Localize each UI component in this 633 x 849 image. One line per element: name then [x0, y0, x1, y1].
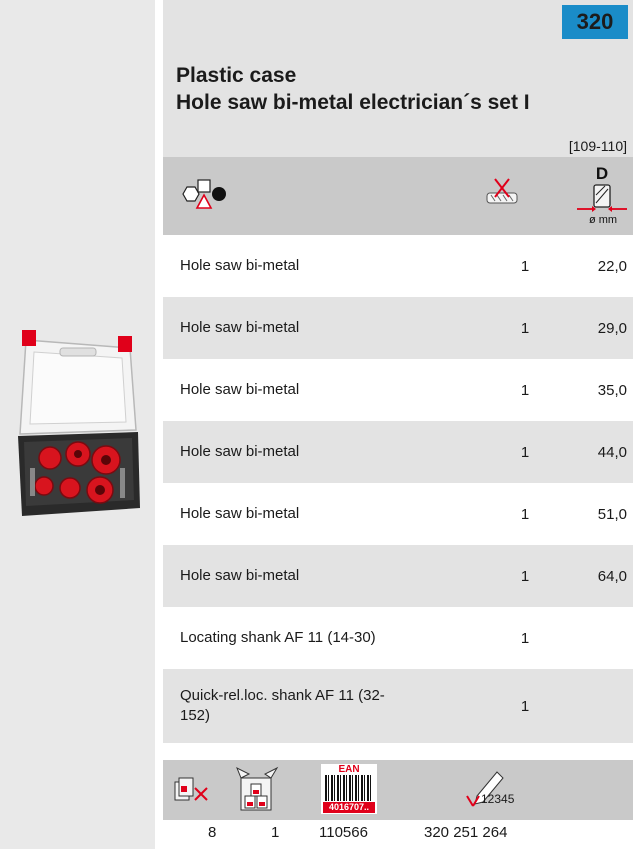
- footer-icon-band: EAN 4016707.. 12345: [163, 760, 633, 820]
- cutting-depth-icon: [486, 178, 518, 204]
- marking-number: 12345: [481, 792, 515, 806]
- ean-digits: 4016707..: [323, 802, 375, 813]
- item-diameter: 64,0: [597, 567, 627, 585]
- diameter-unit: ø mm: [589, 214, 617, 226]
- table-row: Hole saw bi-metal 1 51,0: [163, 483, 633, 545]
- ean-code-value: 110566: [319, 824, 368, 841]
- page-number-badge: 320: [562, 5, 628, 39]
- footer-values: 8 1 110566 320 251 264: [163, 822, 633, 846]
- material-shapes-icon: [182, 179, 226, 209]
- title-line-2: Hole saw bi-metal electrician´s set I: [176, 91, 530, 114]
- item-name: Locating shank AF 11 (14-30): [180, 629, 376, 646]
- table-row: Quick-rel.loc. shank AF 11 (32-152) 1: [163, 669, 633, 743]
- item-name-text: Quick-rel.loc. shank AF 11 (32-152): [180, 687, 385, 724]
- item-qty: 1: [520, 629, 530, 647]
- item-qty: 1: [520, 257, 530, 275]
- item-qty: 1: [520, 319, 530, 337]
- pieces-value: 8: [208, 824, 217, 841]
- item-diameter: 51,0: [597, 505, 627, 523]
- left-strip: [0, 0, 155, 849]
- title-line-1: Plastic case: [176, 64, 297, 87]
- title-area: Plastic case Hole saw bi-metal electrici…: [163, 40, 633, 157]
- page-title: Plastic case Hole saw bi-metal electrici…: [176, 62, 530, 116]
- ean-label: EAN: [338, 764, 360, 775]
- article-number-value: 320 251 264: [424, 824, 508, 841]
- table-row: Hole saw bi-metal 1 35,0: [163, 359, 633, 421]
- item-qty: 1: [520, 381, 530, 399]
- item-diameter: 22,0: [597, 257, 627, 275]
- main-panel: 320 Plastic case Hole saw bi-metal elect…: [163, 0, 633, 849]
- table-row: Hole saw bi-metal 1 22,0: [163, 235, 633, 297]
- table-row: Hole saw bi-metal 1 29,0: [163, 297, 633, 359]
- top-band: 320: [163, 0, 633, 40]
- item-name: Hole saw bi-metal: [180, 443, 300, 460]
- ean-barcode: EAN 4016707..: [321, 764, 377, 814]
- item-name: Hole saw bi-metal: [180, 257, 300, 274]
- table-row: Hole saw bi-metal 1 64,0: [163, 545, 633, 607]
- item-diameter: 44,0: [597, 443, 627, 461]
- table-row: Hole saw bi-metal 1 44,0: [163, 421, 633, 483]
- table-row: Locating shank AF 11 (14-30) 1: [163, 607, 633, 669]
- item-qty: 1: [520, 567, 530, 585]
- table-header: D ø mm: [163, 157, 633, 235]
- packing-unit-icon: [236, 766, 279, 811]
- packing-unit-value: 1: [271, 824, 280, 841]
- item-name: Hole saw bi-metal: [180, 505, 300, 522]
- item-diameter: [575, 607, 633, 669]
- pieces-icon: [174, 777, 208, 801]
- items-table: Hole saw bi-metal 1 22,0 Hole saw bi-met…: [163, 235, 633, 743]
- item-name: Hole saw bi-metal: [180, 567, 300, 584]
- page-reference: [109-110]: [568, 138, 627, 154]
- diameter-icon: D ø mm: [577, 164, 627, 226]
- diameter-letter: D: [596, 164, 608, 183]
- barcode-bars: [325, 775, 373, 801]
- item-name: Hole saw bi-metal: [180, 381, 300, 398]
- item-name: Hole saw bi-metal: [180, 319, 300, 336]
- item-qty: 1: [520, 443, 530, 461]
- marking-field: 12345: [463, 766, 553, 810]
- item-diameter: [575, 669, 633, 743]
- item-qty: 1: [520, 697, 530, 715]
- item-name: Quick-rel.loc. shank AF 11 (32-152): [163, 669, 475, 743]
- item-qty: 1: [520, 505, 530, 523]
- item-diameter: 29,0: [597, 319, 627, 337]
- item-diameter: 35,0: [597, 381, 627, 399]
- product-case-image: [18, 330, 140, 516]
